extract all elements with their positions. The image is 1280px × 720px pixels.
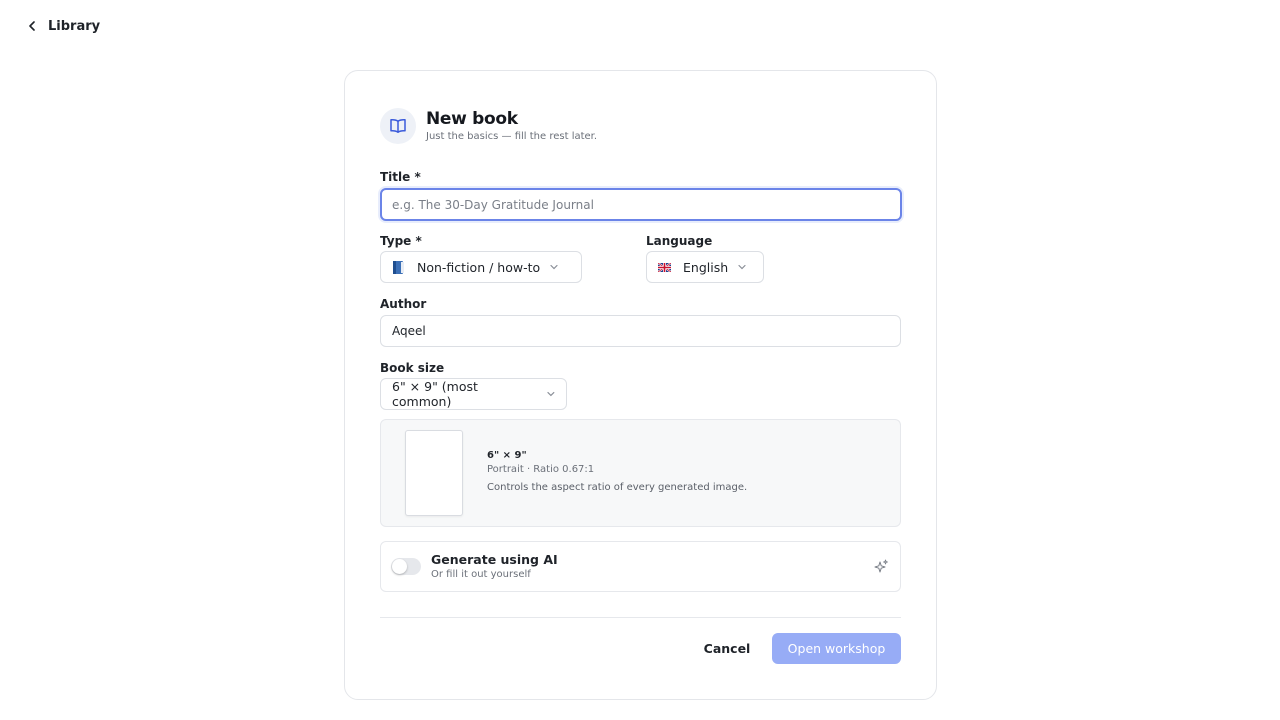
open-book-icon bbox=[390, 119, 406, 133]
card-header: New book Just the basics — fill the rest… bbox=[380, 108, 597, 144]
book-size-label: Book size bbox=[380, 361, 445, 375]
preview-size-text: 6" × 9" bbox=[487, 450, 527, 461]
blue-book-icon bbox=[393, 260, 404, 274]
toggle-knob bbox=[392, 559, 407, 574]
title-label: Title * bbox=[380, 170, 421, 184]
back-to-library-link[interactable]: Library bbox=[28, 16, 100, 36]
cancel-button[interactable]: Cancel bbox=[697, 633, 757, 663]
language-select[interactable]: English bbox=[646, 251, 764, 283]
page-title: New book bbox=[426, 109, 518, 129]
uk-flag-icon bbox=[658, 262, 671, 272]
page-subtitle: Just the basics — fill the rest later. bbox=[426, 131, 598, 142]
sparkle-icon bbox=[874, 559, 888, 573]
title-input[interactable] bbox=[380, 188, 902, 221]
type-label: Type * bbox=[380, 234, 422, 248]
footer-divider bbox=[380, 617, 901, 618]
book-size-preview: 6" × 9" Portrait · Ratio 0.67:1 Controls… bbox=[380, 419, 901, 527]
language-select-value: English bbox=[683, 259, 729, 275]
header-icon-badge bbox=[380, 108, 416, 144]
type-select[interactable]: Non-fiction / how-to bbox=[380, 251, 582, 283]
book-size-select[interactable]: 6" × 9" (most common) bbox=[380, 378, 567, 410]
open-workshop-button[interactable]: Open workshop bbox=[772, 633, 901, 664]
back-link-label: Library bbox=[48, 18, 101, 34]
chevron-down-icon bbox=[547, 391, 555, 397]
chevron-down-icon bbox=[550, 264, 558, 270]
chevron-left-icon bbox=[29, 21, 35, 31]
preview-meta-text: Portrait · Ratio 0.67:1 bbox=[487, 464, 595, 475]
preview-description: Controls the aspect ratio of every gener… bbox=[487, 482, 748, 493]
page-thumbnail bbox=[405, 430, 463, 516]
author-input[interactable] bbox=[380, 315, 901, 347]
language-label: Language bbox=[646, 234, 713, 248]
new-book-card: New book Just the basics — fill the rest… bbox=[344, 70, 937, 700]
type-select-value: Non-fiction / how-to bbox=[417, 259, 541, 275]
book-size-select-value: 6" × 9" (most common) bbox=[392, 379, 478, 409]
generate-ai-title: Generate using AI bbox=[431, 552, 558, 567]
author-label: Author bbox=[380, 297, 427, 311]
generate-ai-toggle[interactable] bbox=[391, 558, 421, 575]
chevron-down-icon bbox=[738, 264, 746, 270]
generate-ai-subtitle: Or fill it out yourself bbox=[431, 569, 531, 580]
generate-ai-box: Generate using AI Or fill it out yoursel… bbox=[380, 541, 901, 592]
